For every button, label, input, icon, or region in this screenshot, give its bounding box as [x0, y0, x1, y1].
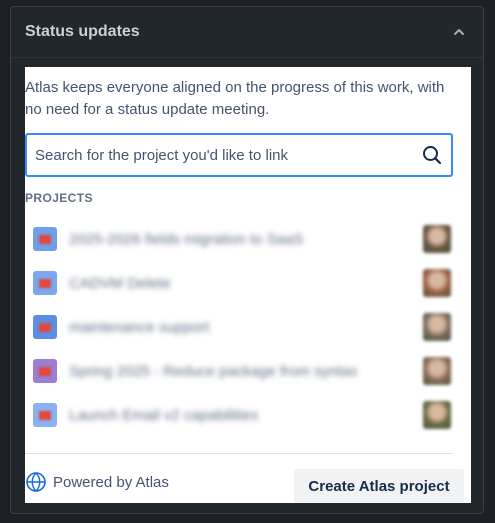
project-icon — [33, 315, 57, 339]
footer-divider — [25, 453, 453, 454]
project-name: Spring 2025 - Reduce package from syntax — [69, 362, 358, 380]
chevron-up-icon[interactable] — [449, 22, 469, 42]
panel-title: Status updates — [25, 23, 140, 40]
atlas-logo-icon — [26, 472, 46, 492]
project-search[interactable] — [25, 133, 453, 177]
project-name: maintenance support — [69, 318, 210, 336]
avatar — [423, 269, 451, 297]
intro-text: Atlas keeps everyone aligned on the prog… — [25, 79, 445, 118]
status-updates-panel: Status updates Atlas keeps everyone alig… — [10, 6, 484, 514]
project-name: Launch Email v2 capabilities — [69, 406, 259, 424]
search-input[interactable] — [35, 146, 421, 164]
project-icon — [33, 271, 57, 295]
project-item[interactable]: CADVM Delete — [25, 261, 465, 305]
powered-by-atlas-link[interactable]: Powered by Atlas — [25, 471, 169, 493]
project-icon — [33, 359, 57, 383]
project-icon — [33, 403, 57, 427]
avatar — [423, 225, 451, 253]
avatar — [423, 313, 451, 341]
avatar — [423, 401, 451, 429]
avatar — [423, 357, 451, 385]
atlas-link-content: Atlas keeps everyone aligned on the prog… — [25, 67, 471, 503]
project-item[interactable]: 2025-2026 fields migration to SaaS — [25, 217, 465, 261]
project-item[interactable]: Launch Email v2 capabilities — [25, 393, 465, 437]
projects-heading: PROJECTS — [25, 191, 93, 205]
project-item[interactable]: maintenance support — [25, 305, 465, 349]
project-item[interactable]: Spring 2025 - Reduce package from syntax — [25, 349, 465, 393]
project-name: CADVM Delete — [69, 274, 171, 292]
project-name: 2025-2026 fields migration to SaaS — [69, 230, 304, 248]
search-icon[interactable] — [421, 144, 443, 166]
project-icon — [33, 227, 57, 251]
header-divider — [11, 57, 483, 58]
powered-by-label: Powered by Atlas — [53, 473, 169, 491]
panel-header[interactable]: Status updates — [11, 7, 483, 57]
project-list: 2025-2026 fields migration to SaaS CADVM… — [25, 217, 465, 437]
create-atlas-project-button[interactable]: Create Atlas project — [294, 469, 464, 503]
